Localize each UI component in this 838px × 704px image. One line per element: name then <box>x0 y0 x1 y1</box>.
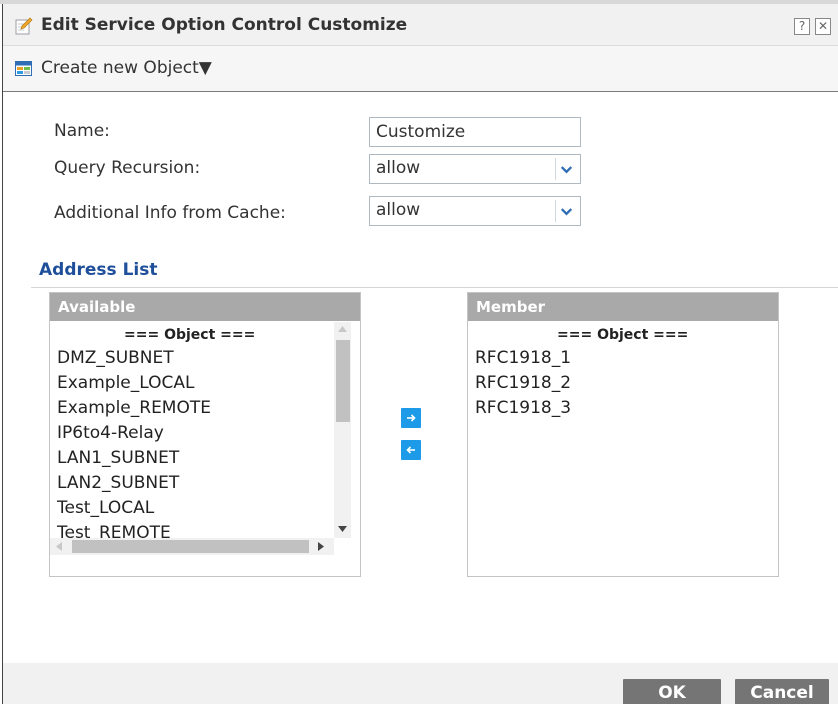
available-item-example-remote[interactable]: Example_REMOTE <box>57 398 211 418</box>
member-item-rfc1918-2[interactable]: RFC1918_2 <box>475 373 571 393</box>
edit-service-option-dialog: Edit Service Option Control Customize ? … <box>2 4 838 704</box>
close-button[interactable]: ✕ <box>815 18 831 35</box>
member-list-header: Member <box>468 293 778 321</box>
available-horizontal-scrollbar[interactable] <box>50 538 334 555</box>
additional-info-label: Additional Info from Cache: <box>54 203 286 223</box>
horizontal-scroll-thumb[interactable] <box>72 540 309 553</box>
arrow-left-icon <box>406 446 415 454</box>
query-recursion-value: allow <box>376 158 421 178</box>
scroll-up-icon[interactable] <box>338 326 347 332</box>
available-item-lan1-subnet[interactable]: LAN1_SUBNET <box>57 448 179 468</box>
member-item-rfc1918-1[interactable]: RFC1918_1 <box>475 348 571 368</box>
object-table-icon <box>15 61 32 76</box>
edit-pencil-icon <box>15 17 33 35</box>
available-item-ip6to4-relay[interactable]: IP6to4-Relay <box>57 423 164 443</box>
dialog-titlebar: Edit Service Option Control Customize ? … <box>3 4 838 46</box>
chevron-down-icon <box>555 158 573 180</box>
remove-from-member-button[interactable] <box>401 440 421 460</box>
address-list-title: Address List <box>39 260 158 280</box>
available-item-test-local[interactable]: Test_LOCAL <box>57 498 154 518</box>
name-label: Name: <box>54 121 110 141</box>
dialog-title: Edit Service Option Control Customize <box>41 15 408 35</box>
member-group-label: === Object === <box>557 327 689 343</box>
help-button[interactable]: ? <box>794 18 810 35</box>
available-item-dmz-subnet[interactable]: DMZ_SUBNET <box>57 348 174 368</box>
create-new-object-menu[interactable]: Create new Object▼ <box>41 58 212 78</box>
dialog-toolbar: Create new Object▼ <box>3 46 838 92</box>
section-divider <box>31 287 838 288</box>
member-item-rfc1918-3[interactable]: RFC1918_3 <box>475 398 571 418</box>
scroll-right-icon[interactable] <box>318 542 324 551</box>
cancel-button[interactable]: Cancel <box>735 679 829 704</box>
available-vertical-scrollbar[interactable] <box>334 322 351 538</box>
available-list[interactable]: Available === Object === DMZ_SUBNET Exam… <box>49 292 361 577</box>
additional-info-value: allow <box>376 200 421 220</box>
additional-info-select[interactable]: allow <box>369 196 581 226</box>
scroll-down-icon[interactable] <box>338 526 347 532</box>
add-to-member-button[interactable] <box>401 408 421 428</box>
chevron-down-icon <box>555 200 573 222</box>
available-item-lan2-subnet[interactable]: LAN2_SUBNET <box>57 473 179 493</box>
available-list-header: Available <box>50 293 360 321</box>
arrow-right-icon <box>407 414 416 422</box>
ok-button[interactable]: OK <box>623 679 721 704</box>
query-recursion-select[interactable]: allow <box>369 154 581 184</box>
name-field[interactable] <box>369 117 581 147</box>
vertical-scroll-thumb[interactable] <box>336 340 350 422</box>
member-list[interactable]: Member === Object === RFC1918_1 RFC1918_… <box>467 292 779 577</box>
available-item-example-local[interactable]: Example_LOCAL <box>57 373 194 393</box>
available-group-label: === Object === <box>124 327 256 343</box>
scroll-left-icon[interactable] <box>56 542 62 551</box>
query-recursion-label: Query Recursion: <box>54 158 201 178</box>
